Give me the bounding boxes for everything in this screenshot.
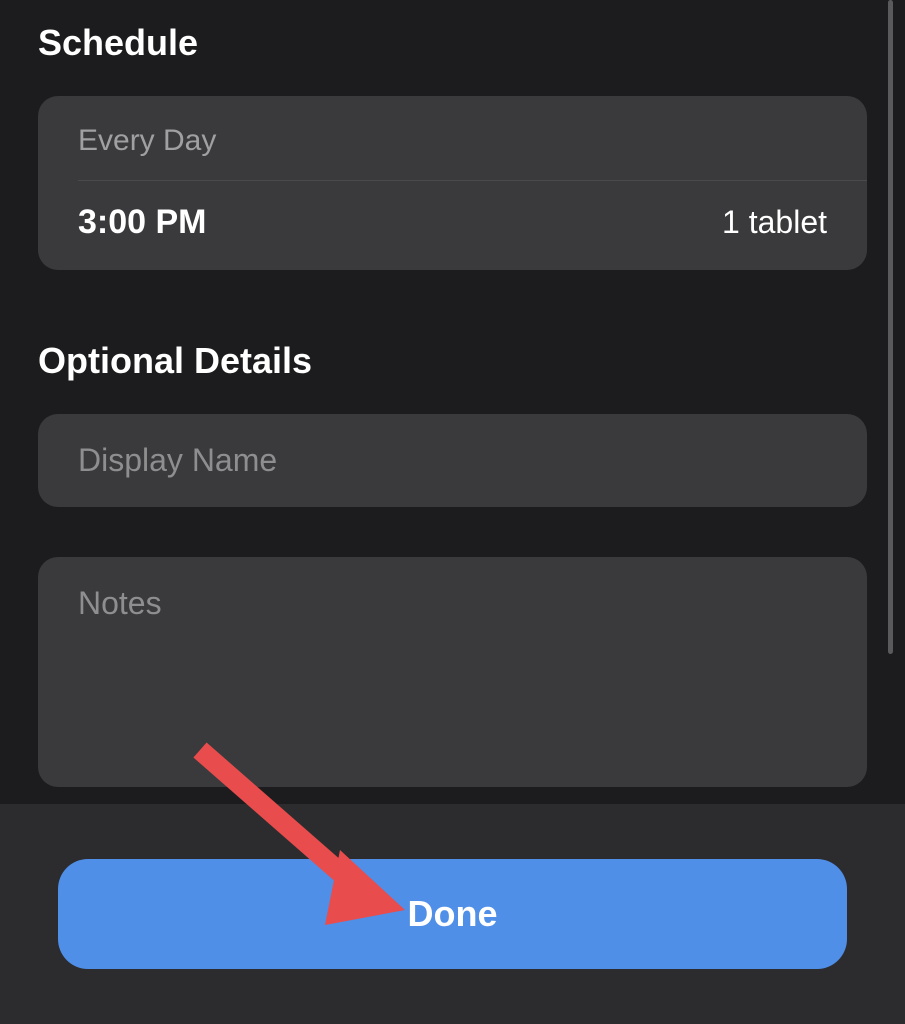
schedule-dose-text: 1 tablet — [722, 204, 827, 241]
scrollbar[interactable] — [888, 0, 893, 654]
schedule-title: Schedule — [38, 22, 867, 64]
notes-placeholder: Notes — [78, 585, 162, 621]
schedule-card[interactable]: Every Day 3:00 PM 1 tablet — [38, 96, 867, 270]
display-name-placeholder: Display Name — [78, 442, 277, 478]
notes-input[interactable]: Notes — [38, 557, 867, 787]
display-name-input[interactable]: Display Name — [38, 414, 867, 507]
schedule-time-text: 3:00 PM — [78, 203, 207, 242]
schedule-time-row[interactable]: 3:00 PM 1 tablet — [38, 181, 867, 270]
done-button-label: Done — [408, 893, 498, 935]
schedule-frequency-text: Every Day — [78, 124, 216, 158]
optional-details-title: Optional Details — [38, 340, 867, 382]
done-button[interactable]: Done — [58, 859, 847, 969]
schedule-frequency-row[interactable]: Every Day — [38, 96, 867, 180]
bottom-bar: Done — [0, 804, 905, 1024]
